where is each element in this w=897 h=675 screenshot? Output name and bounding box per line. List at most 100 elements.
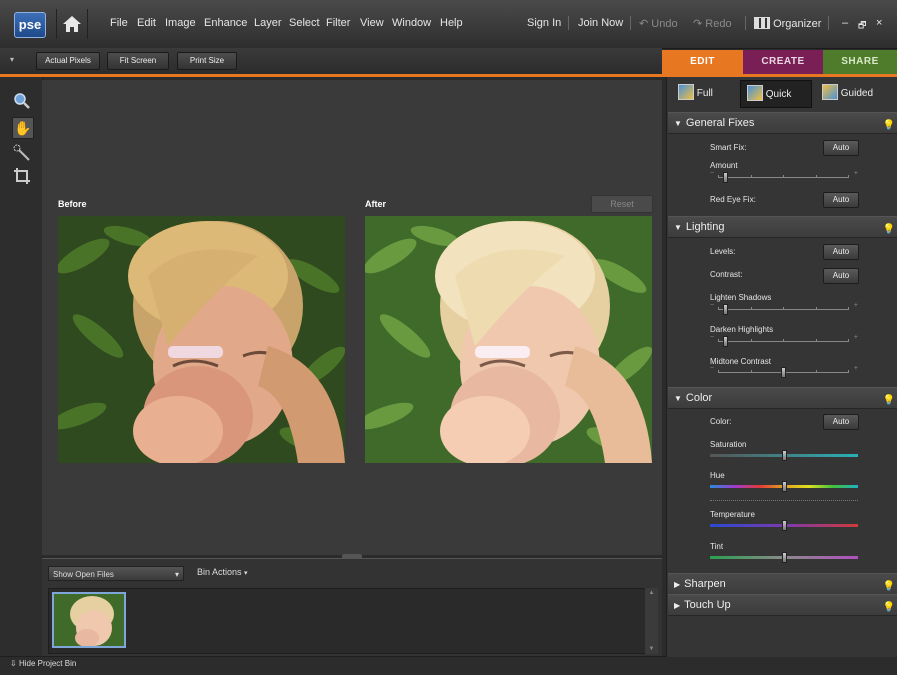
- slider-tick: [783, 339, 784, 342]
- color-header[interactable]: ▼ Color 💡: [668, 387, 897, 409]
- organizer-label: Organizer: [773, 18, 822, 30]
- slider-plus-icon: +: [853, 365, 858, 372]
- bin-actions-menu[interactable]: Bin Actions ▾: [197, 567, 248, 577]
- mode-guided-button[interactable]: Guided: [822, 80, 892, 108]
- actual-pixels-button[interactable]: Actual Pixels: [36, 52, 100, 70]
- close-button[interactable]: ×: [876, 17, 882, 29]
- hue-slider[interactable]: [710, 481, 858, 493]
- amount-slider[interactable]: − +: [710, 170, 858, 184]
- slider-minus-icon: −: [710, 365, 715, 372]
- smart-fix-auto-button[interactable]: Auto: [823, 140, 859, 156]
- status-bar: [0, 656, 897, 675]
- minimize-button[interactable]: –: [842, 17, 848, 29]
- midtone-contrast-label: Midtone Contrast: [710, 357, 771, 366]
- tab-share[interactable]: SHARE: [823, 50, 897, 74]
- menu-help[interactable]: Help: [440, 17, 463, 29]
- menu-image[interactable]: Image: [165, 17, 196, 29]
- slider-tick: [815, 307, 817, 310]
- amount-label: Amount: [710, 161, 738, 170]
- lighting-header[interactable]: ▼ Lighting 💡: [668, 216, 897, 238]
- slider-tick: [718, 175, 719, 178]
- color-auto-button[interactable]: Auto: [823, 414, 859, 430]
- tint-label: Tint: [710, 542, 724, 551]
- slider-tick: [815, 175, 817, 178]
- color-title: Color: [685, 392, 713, 404]
- menu-file[interactable]: File: [110, 17, 128, 29]
- darken-highlights-slider[interactable]: − +: [710, 334, 858, 348]
- scroll-down-icon[interactable]: ▼: [645, 646, 658, 652]
- mode-full-button[interactable]: Full: [678, 80, 736, 108]
- tip-bulb-icon[interactable]: 💡: [883, 391, 895, 411]
- menu-filter[interactable]: Filter: [326, 17, 350, 29]
- saturation-slider[interactable]: [710, 450, 858, 462]
- restore-button[interactable]: 🗗: [858, 18, 866, 34]
- quick-selection-tool[interactable]: [12, 143, 32, 163]
- redo-button[interactable]: ↷ Redo: [693, 17, 732, 30]
- tip-bulb-icon[interactable]: 💡: [883, 116, 895, 136]
- hide-project-bin-button[interactable]: ⇩ Hide Project Bin: [10, 659, 76, 668]
- slider-tick: [848, 370, 849, 373]
- bin-thumbnail[interactable]: [52, 592, 126, 648]
- slider-thumb[interactable]: [782, 520, 787, 531]
- print-size-button[interactable]: Print Size: [177, 52, 237, 70]
- crop-tool[interactable]: [12, 167, 32, 187]
- slider-tick: [718, 339, 719, 342]
- general-fixes-title: General Fixes: [685, 117, 755, 129]
- organizer-button[interactable]: Organizer: [754, 17, 821, 30]
- slider-thumb[interactable]: [782, 450, 787, 461]
- slider-thumb[interactable]: [782, 552, 787, 563]
- menu-edit[interactable]: Edit: [137, 17, 156, 29]
- levels-auto-button[interactable]: Auto: [823, 244, 859, 260]
- mode-quick-button[interactable]: Quick: [740, 80, 812, 108]
- tab-edit[interactable]: EDIT: [662, 50, 743, 74]
- menu-view[interactable]: View: [360, 17, 384, 29]
- reset-button[interactable]: Reset: [591, 195, 653, 213]
- menu-enhance[interactable]: Enhance: [204, 17, 247, 29]
- divider: [630, 16, 631, 30]
- lighten-shadows-slider[interactable]: − +: [710, 302, 858, 316]
- menu-window[interactable]: Window: [392, 17, 431, 29]
- tint-slider[interactable]: [710, 552, 858, 564]
- redo-icon: ↷: [693, 18, 703, 30]
- scroll-up-icon[interactable]: ▲: [645, 590, 658, 596]
- sharpen-title: Sharpen: [684, 578, 726, 590]
- bin-show-select[interactable]: Show Open Files ▾: [48, 566, 184, 581]
- zoom-tool[interactable]: [12, 92, 32, 112]
- sharpen-header[interactable]: ▶ Sharpen 💡: [668, 573, 897, 595]
- red-eye-auto-button[interactable]: Auto: [823, 192, 859, 208]
- slider-tick: [750, 339, 752, 342]
- general-fixes-header[interactable]: ▼ General Fixes 💡: [668, 112, 897, 134]
- app-logo: pse: [14, 12, 46, 38]
- slider-thumb[interactable]: [722, 304, 728, 315]
- slider-tick: [718, 370, 719, 373]
- touch-up-header[interactable]: ▶ Touch Up 💡: [668, 594, 897, 616]
- hand-tool[interactable]: ✋: [12, 117, 34, 139]
- collapse-triangle-icon: ▼: [674, 394, 682, 403]
- quick-fix-icon: [747, 85, 763, 101]
- zoom-icon: [14, 93, 30, 109]
- menu-select[interactable]: Select: [289, 17, 320, 29]
- sign-in-link[interactable]: Sign In: [527, 17, 561, 29]
- fit-screen-button[interactable]: Fit Screen: [107, 52, 169, 70]
- slider-thumb[interactable]: [781, 367, 786, 378]
- divider: [745, 16, 746, 30]
- home-button[interactable]: [56, 9, 88, 39]
- tab-create[interactable]: CREATE: [743, 50, 823, 74]
- options-menu-icon[interactable]: ▾: [10, 55, 14, 64]
- tip-bulb-icon[interactable]: 💡: [883, 220, 895, 240]
- slider-tick: [848, 175, 849, 178]
- bin-actions-label: Bin Actions: [197, 567, 242, 577]
- undo-button[interactable]: ↶ Undo: [639, 17, 678, 30]
- temperature-slider[interactable]: [710, 520, 858, 532]
- slider-minus-icon: −: [710, 334, 715, 341]
- menu-layer[interactable]: Layer: [254, 17, 282, 29]
- slider-thumb[interactable]: [722, 336, 728, 347]
- midtone-contrast-slider[interactable]: − +: [710, 365, 858, 379]
- contrast-auto-button[interactable]: Auto: [823, 268, 859, 284]
- slider-thumb[interactable]: [722, 172, 728, 183]
- before-image: [58, 216, 345, 463]
- slider-thumb[interactable]: [782, 481, 787, 492]
- bin-scrollbar[interactable]: ▲ ▼: [645, 588, 658, 654]
- tip-bulb-icon[interactable]: 💡: [883, 598, 895, 618]
- join-now-link[interactable]: Join Now: [578, 17, 623, 29]
